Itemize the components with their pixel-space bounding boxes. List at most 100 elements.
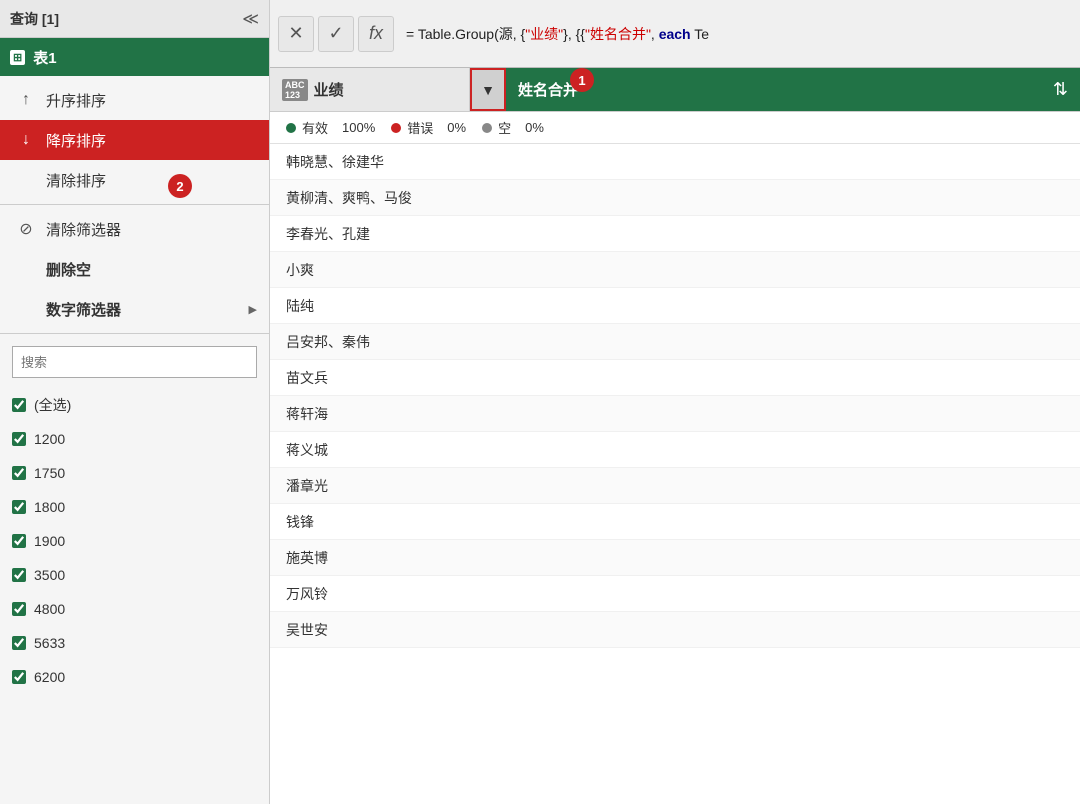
checkbox-input[interactable] — [12, 602, 26, 616]
stats-row: 有效100% 错误 0% 空 0% — [270, 112, 1080, 144]
stat-item: 空 0% — [482, 118, 544, 137]
table-header: ABC123 业绩 ▼ 姓名合并 ⇅ — [270, 68, 1080, 112]
table-row: 蒋义城 — [270, 432, 1080, 468]
delete-empty-item[interactable]: 删除空 — [0, 249, 269, 289]
checkbox-item[interactable]: 1200 — [0, 422, 269, 456]
checkbox-label: 3500 — [34, 567, 65, 583]
badge-2: 2 — [168, 174, 192, 198]
checkbox-item[interactable]: 1800 — [0, 490, 269, 524]
number-filter-label: 数字筛选器 — [46, 299, 121, 320]
table-icon: ⊞ — [10, 50, 25, 65]
menu-divider-2 — [0, 333, 269, 334]
checkbox-label: 5633 — [34, 635, 65, 651]
dropdown-icon: ▼ — [481, 82, 495, 98]
checkbox-label: 4800 — [34, 601, 65, 617]
stat-label: 错误 — [407, 118, 433, 137]
checkbox-input[interactable] — [12, 636, 26, 650]
col-yj-header: ABC123 业绩 — [270, 68, 470, 111]
menu-section: ↑ 升序排序 ↓ 降序排序 清除排序 ⊘ 清除筛选器 删除空 数字筛选器 — [0, 80, 269, 696]
stat-item: 错误 0% — [391, 118, 466, 137]
delete-empty-label: 删除空 — [46, 259, 91, 280]
fx-icon: fx — [369, 23, 383, 44]
query-header: 查询 [1] ≪ — [0, 0, 269, 38]
table-row: 钱锋 — [270, 504, 1080, 540]
formula-text: = Table.Group(源, {"业绩"}, {{"姓名合并", each … — [398, 24, 1072, 44]
stat-dot — [286, 123, 296, 133]
stat-label: 空 — [498, 118, 511, 137]
table-row: 黄柳清、爽鸭、马俊 — [270, 180, 1080, 216]
checkbox-list: (全选) 1200 1750 1800 1900 3500 4800 5633 6200 — [0, 386, 269, 696]
stat-pct: 0% — [525, 120, 544, 135]
checkbox-label: 1800 — [34, 499, 65, 515]
checkbox-label: 6200 — [34, 669, 65, 685]
stat-item: 有效100% — [286, 118, 375, 137]
search-input[interactable] — [12, 346, 257, 378]
table-row: 万风铃 — [270, 576, 1080, 612]
menu-divider-1 — [0, 204, 269, 205]
table-row: 陆纯 — [270, 288, 1080, 324]
table-row: 施英博 — [270, 540, 1080, 576]
table-row: 韩晓慧、徐建华 — [270, 144, 1080, 180]
table-row: 蒋轩海 — [270, 396, 1080, 432]
col-yj-type-icon: ABC123 — [282, 79, 308, 101]
col-mc-sort-icon[interactable]: ⇅ — [1053, 79, 1068, 100]
confirm-button[interactable]: ✓ — [318, 16, 354, 52]
checkbox-input[interactable] — [12, 568, 26, 582]
right-panel: ABC123 业绩 ▼ 姓名合并 ⇅ 有效100% 错误 0% 空 0% 韩晓慧、徐建华… — [270, 68, 1080, 804]
table-row: 吕安邦、秦伟 — [270, 324, 1080, 360]
stat-pct: 100% — [342, 120, 375, 135]
collapse-button[interactable]: ≪ — [242, 9, 259, 29]
checkbox-label: 1200 — [34, 431, 65, 447]
table-name: 表1 — [33, 47, 56, 68]
dropdown-button[interactable]: ▼ — [470, 68, 506, 111]
sort-asc-item[interactable]: ↑ 升序排序 — [0, 80, 269, 120]
checkbox-input[interactable] — [12, 466, 26, 480]
stat-dot — [391, 123, 401, 133]
table-row: 小爽 — [270, 252, 1080, 288]
data-rows-container: 韩晓慧、徐建华黄柳清、爽鸭、马俊李春光、孔建小爽陆纯吕安邦、秦伟苗文兵蒋轩海蒋义… — [270, 144, 1080, 648]
checkbox-label: 1900 — [34, 533, 65, 549]
col-mc-label: 姓名合并 — [518, 79, 578, 100]
badge-1: 1 — [570, 68, 594, 92]
checkbox-item[interactable]: 3500 — [0, 558, 269, 592]
checkbox-input[interactable] — [12, 670, 26, 684]
formula-bar: ✕ ✓ fx = Table.Group(源, {"业绩"}, {{"姓名合并"… — [270, 0, 1080, 68]
sort-desc-item[interactable]: ↓ 降序排序 — [0, 120, 269, 160]
checkbox-label: 1750 — [34, 465, 65, 481]
clear-filter-label: 清除筛选器 — [46, 219, 121, 240]
checkbox-item[interactable]: 1750 — [0, 456, 269, 490]
sort-asc-icon: ↑ — [16, 91, 36, 109]
checkbox-input[interactable] — [12, 432, 26, 446]
checkbox-item[interactable]: 1900 — [0, 524, 269, 558]
clear-sort-item[interactable]: 清除排序 — [0, 160, 269, 200]
table-item[interactable]: ⊞ 表1 — [0, 38, 269, 76]
sort-asc-label: 升序排序 — [46, 90, 106, 111]
stat-pct: 0% — [447, 120, 466, 135]
clear-filter-item[interactable]: ⊘ 清除筛选器 — [0, 209, 269, 249]
number-filter-item[interactable]: 数字筛选器 — [0, 289, 269, 329]
checkbox-label: (全选) — [34, 395, 71, 415]
fx-button[interactable]: fx — [358, 16, 394, 52]
clear-sort-label: 清除排序 — [46, 170, 106, 191]
checkbox-item[interactable]: 4800 — [0, 592, 269, 626]
search-section — [0, 338, 269, 386]
clear-filter-icon: ⊘ — [16, 219, 36, 239]
col-yj-label: 业绩 — [314, 79, 344, 100]
cancel-button[interactable]: ✕ — [278, 16, 314, 52]
checkbox-item[interactable]: (全选) — [0, 388, 269, 422]
checkbox-input[interactable] — [12, 500, 26, 514]
confirm-icon: ✓ — [328, 23, 343, 44]
table-row: 潘章光 — [270, 468, 1080, 504]
checkbox-input[interactable] — [12, 534, 26, 548]
checkbox-item[interactable]: 6200 — [0, 660, 269, 694]
table-row: 李春光、孔建 — [270, 216, 1080, 252]
query-title: 查询 [1] — [10, 9, 59, 29]
sort-desc-icon: ↓ — [16, 131, 36, 149]
checkbox-item[interactable]: 5633 — [0, 626, 269, 660]
checkbox-input[interactable] — [12, 398, 26, 412]
table-row: 苗文兵 — [270, 360, 1080, 396]
table-row: 吴世安 — [270, 612, 1080, 648]
left-panel: 查询 [1] ≪ ⊞ 表1 ↑ 升序排序 ↓ 降序排序 清除排序 ⊘ 清除筛选器… — [0, 0, 270, 804]
cancel-icon: ✕ — [288, 23, 303, 44]
stat-dot — [482, 123, 492, 133]
